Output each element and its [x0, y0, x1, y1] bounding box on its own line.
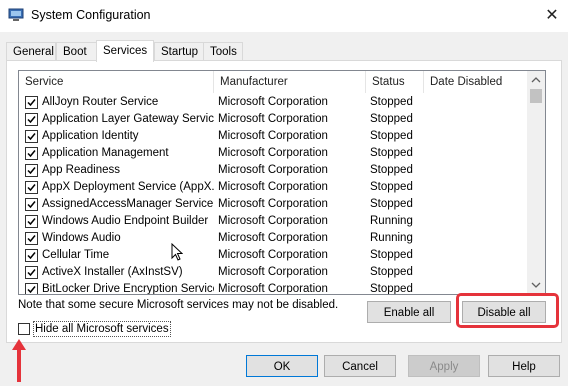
services-list[interactable]: Service Manufacturer Status Date Disable… [18, 70, 546, 295]
hide-microsoft-services-label[interactable]: Hide all Microsoft services [33, 321, 171, 337]
row-checkbox[interactable] [25, 147, 38, 160]
status: Stopped [370, 96, 413, 108]
system-configuration-icon [8, 8, 24, 21]
status: Stopped [370, 249, 413, 261]
column-header-service[interactable]: Service [19, 71, 214, 93]
row-checkbox[interactable] [25, 96, 38, 109]
service-name: AssignedAccessManager Service [42, 198, 214, 210]
status: Stopped [370, 266, 413, 278]
status: Stopped [370, 283, 413, 295]
manufacturer: Microsoft Corporation [218, 266, 328, 278]
manufacturer: Microsoft Corporation [218, 181, 328, 193]
service-name: AllJoyn Router Service [42, 96, 159, 108]
service-name: Application Layer Gateway Service [42, 113, 214, 125]
scroll-up-icon[interactable] [527, 71, 545, 88]
row-checkbox[interactable] [25, 164, 38, 177]
service-name: Application Identity [42, 130, 139, 142]
table-row[interactable]: Application Identity Microsoft Corporatio… [19, 128, 527, 145]
column-header-date-disabled[interactable]: Date Disabled [424, 71, 527, 93]
list-header: Service Manufacturer Status Date Disable… [19, 71, 527, 93]
table-row[interactable]: Application Management Microsoft Corporat… [19, 145, 527, 162]
row-checkbox[interactable] [25, 283, 38, 294]
hide-microsoft-services-checkbox[interactable] [18, 323, 30, 335]
service-name: Cellular Time [42, 249, 110, 261]
title-bar: System Configuration ✕ [0, 0, 568, 32]
manufacturer: Microsoft Corporation [218, 164, 328, 176]
window-title: System Configuration [31, 8, 151, 22]
service-name: App Readiness [42, 164, 120, 176]
table-row[interactable]: AllJoyn Router Service Microsoft Corporat… [19, 94, 527, 111]
manufacturer: Microsoft Corporation [218, 283, 328, 295]
table-row[interactable]: AssignedAccessManager Service Microsoft C… [19, 196, 527, 213]
row-checkbox[interactable] [25, 130, 38, 143]
scrollbar-thumb[interactable] [530, 89, 542, 103]
manufacturer: Microsoft Corporation [218, 147, 328, 159]
vertical-scrollbar[interactable] [527, 71, 545, 294]
tab-startup[interactable]: Startup [154, 42, 204, 60]
service-name: BitLocker Drive Encryption Service [42, 283, 214, 295]
manufacturer: Microsoft Corporation [218, 249, 328, 261]
table-row[interactable]: Windows Audio Endpoint Builder Microsoft … [19, 213, 527, 230]
enable-all-button[interactable]: Enable all [367, 301, 451, 323]
tab-general[interactable]: General [6, 42, 56, 60]
row-checkbox[interactable] [25, 198, 38, 211]
table-row[interactable]: BitLocker Drive Encryption Service Micros… [19, 281, 527, 295]
manufacturer: Microsoft Corporation [218, 96, 328, 108]
table-row[interactable]: Application Layer Gateway Service Microso… [19, 111, 527, 128]
service-name: Application Management [42, 147, 169, 159]
manufacturer: Microsoft Corporation [218, 113, 328, 125]
close-icon[interactable]: ✕ [538, 2, 566, 30]
status: Stopped [370, 130, 413, 142]
row-checkbox[interactable] [25, 249, 38, 262]
tab-tools[interactable]: Tools [203, 42, 243, 60]
tab-boot[interactable]: Boot [56, 42, 98, 60]
column-header-manufacturer[interactable]: Manufacturer [214, 71, 366, 93]
row-checkbox[interactable] [25, 215, 38, 228]
service-name: Windows Audio [42, 232, 121, 244]
row-checkbox[interactable] [25, 266, 38, 279]
table-row[interactable]: Cellular Time Microsoft Corporation Stoppe… [19, 247, 527, 264]
manufacturer: Microsoft Corporation [218, 130, 328, 142]
manufacturer: Microsoft Corporation [218, 232, 328, 244]
table-row[interactable]: Windows Audio Microsoft Corporation Runnin… [19, 230, 527, 247]
column-header-status[interactable]: Status [366, 71, 424, 93]
status: Stopped [370, 198, 413, 210]
table-row[interactable]: AppX Deployment Service (AppX... Microsof… [19, 179, 527, 196]
help-button[interactable]: Help [488, 355, 560, 377]
status: Running [370, 215, 413, 227]
status: Stopped [370, 181, 413, 193]
scroll-down-icon[interactable] [527, 277, 545, 294]
secure-services-note: Note that some secure Microsoft services… [18, 299, 339, 311]
apply-button[interactable]: Apply [408, 355, 480, 377]
service-name: Windows Audio Endpoint Builder [42, 215, 209, 227]
manufacturer: Microsoft Corporation [218, 198, 328, 210]
table-row[interactable]: App Readiness Microsoft Corporation Stoppe… [19, 162, 527, 179]
mouse-cursor-icon [171, 243, 183, 261]
row-checkbox[interactable] [25, 232, 38, 245]
row-checkbox[interactable] [25, 181, 38, 194]
service-name: ActiveX Installer (AxInstSV) [42, 266, 183, 278]
manufacturer: Microsoft Corporation [218, 215, 328, 227]
service-name: AppX Deployment Service (AppX... [42, 181, 214, 193]
status: Stopped [370, 164, 413, 176]
cancel-button[interactable]: Cancel [324, 355, 396, 377]
disable-all-highlight [456, 293, 559, 328]
tab-services[interactable]: Services [96, 40, 154, 62]
ok-button[interactable]: OK [246, 355, 318, 377]
status: Stopped [370, 113, 413, 125]
status: Stopped [370, 147, 413, 159]
table-row[interactable]: ActiveX Installer (AxInstSV) Microsoft Co… [19, 264, 527, 281]
row-checkbox[interactable] [25, 113, 38, 126]
annotation-arrow-icon [12, 339, 26, 382]
status: Running [370, 232, 413, 244]
